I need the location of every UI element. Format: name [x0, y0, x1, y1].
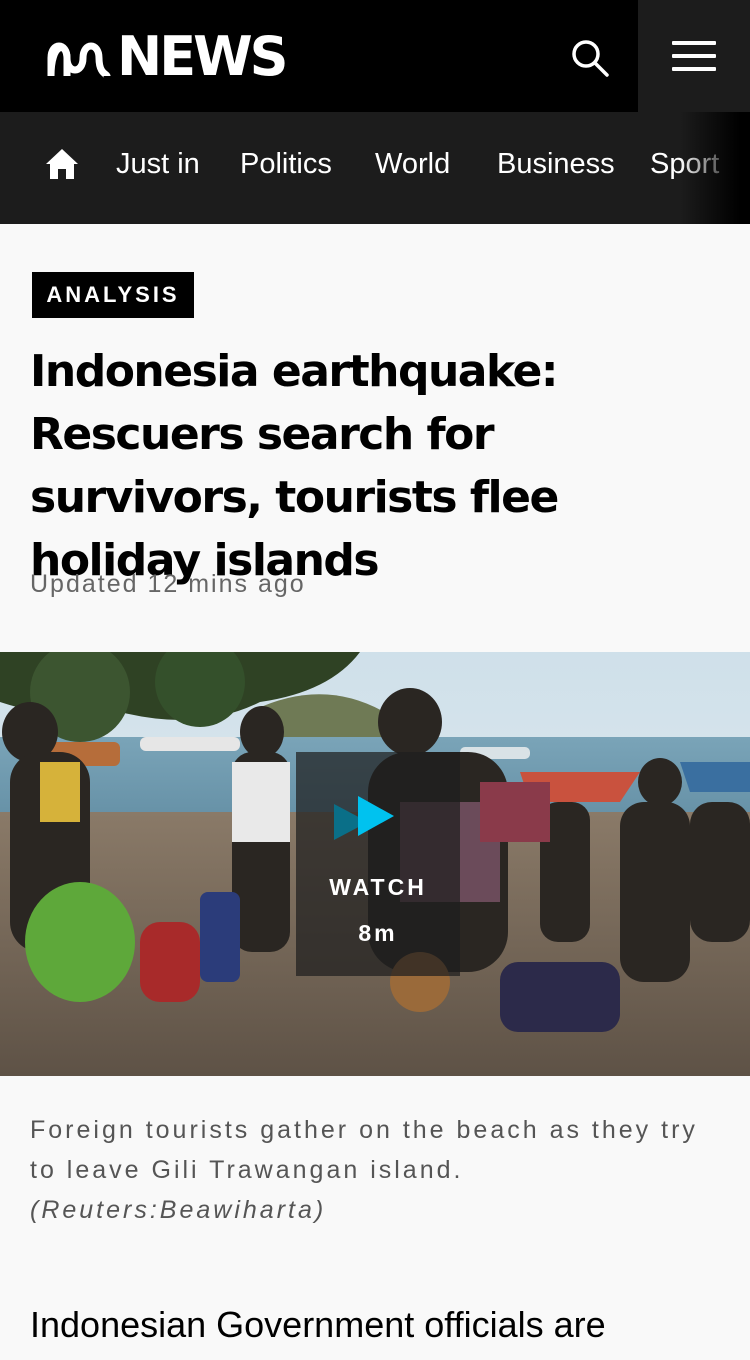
- search-button[interactable]: [560, 28, 620, 88]
- caption-credit: (Reuters:Beawiharta): [30, 1196, 327, 1224]
- updated-timestamp: Updated 12 mins ago: [30, 570, 306, 598]
- article-body: Indonesian Government officials are: [30, 1304, 606, 1345]
- nav-item-world[interactable]: World: [375, 146, 450, 182]
- section-nav: Just in Politics World Business Sport: [0, 112, 750, 224]
- nav-item-sport[interactable]: Sport: [650, 146, 719, 182]
- top-bar: NEWS: [0, 0, 750, 112]
- watch-label: WATCH: [329, 874, 427, 900]
- image-caption: Foreign tourists gather on the beach as …: [30, 1110, 720, 1230]
- home-icon[interactable]: [44, 146, 80, 182]
- menu-button[interactable]: [638, 0, 750, 112]
- abc-news-logo[interactable]: NEWS: [47, 25, 289, 88]
- nav-item-just-in[interactable]: Just in: [116, 146, 200, 182]
- watch-video-button[interactable]: WATCH 8m: [296, 752, 460, 976]
- article-headline: Indonesia earthquake: Rescuers search fo…: [30, 346, 559, 586]
- caption-text: Foreign tourists gather on the beach as …: [30, 1116, 698, 1184]
- brand-name: NEWS: [117, 25, 289, 88]
- nav-item-business[interactable]: Business: [497, 146, 615, 182]
- search-icon: [572, 40, 609, 77]
- abc-logo-icon: [47, 42, 111, 79]
- analysis-badge[interactable]: ANALYSIS: [32, 272, 194, 318]
- nav-item-politics[interactable]: Politics: [240, 146, 332, 182]
- video-duration: 8m: [358, 920, 398, 946]
- hamburger-menu-icon: [672, 32, 716, 80]
- play-icon: [334, 796, 394, 840]
